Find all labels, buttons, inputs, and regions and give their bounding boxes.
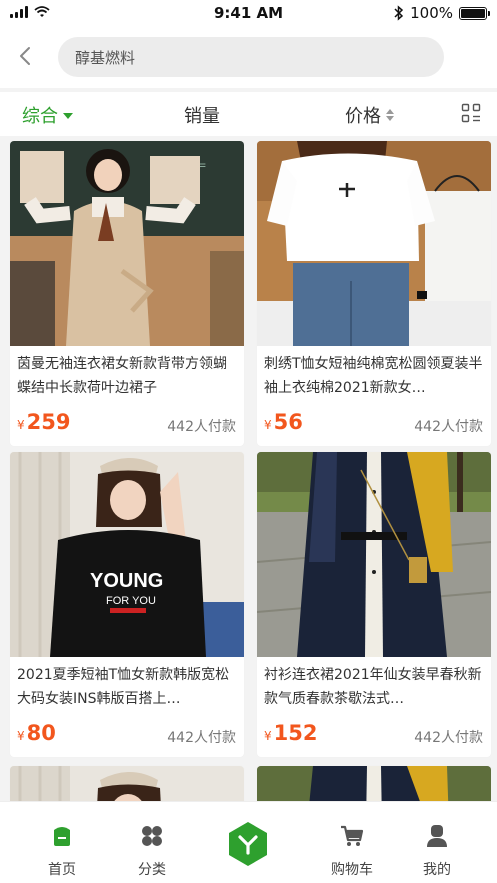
- tab-cart[interactable]: 购物车: [322, 824, 382, 879]
- sort-price[interactable]: 价格: [345, 102, 394, 128]
- sort-comprehensive[interactable]: 综合: [22, 102, 73, 128]
- home-icon: [54, 827, 70, 846]
- search-input[interactable]: 醇基燃料: [58, 37, 444, 77]
- price-value: 152: [273, 721, 318, 745]
- product-footer: ¥ 152 442人付款: [257, 711, 491, 757]
- sort-sales-label: 销量: [184, 106, 220, 127]
- svg-text:FOR YOU: FOR YOU: [106, 595, 156, 607]
- product-card-partial[interactable]: [257, 766, 491, 801]
- product-title: 衬衫连衣裙2021年仙女装早春秋新款气质春款茶歇法式…: [264, 667, 482, 707]
- product-title: 茵曼无袖连衣裙女新款背带方领蝴蝶结中长款荷叶边裙子: [17, 356, 227, 396]
- product-image: [10, 766, 244, 801]
- product-footer: ¥ 80 442人付款: [10, 711, 244, 757]
- center-action-icon[interactable]: [227, 821, 269, 867]
- battery-icon: [459, 6, 490, 20]
- price-value: 80: [26, 721, 56, 745]
- product-footer: ¥ 56 442人付款: [257, 400, 491, 446]
- status-bar: 9:41 AM 100%: [0, 0, 497, 26]
- product-footer: ¥ 259 442人付款: [10, 400, 244, 446]
- price-value: 56: [273, 410, 303, 434]
- sort-arrows-icon: [386, 109, 394, 121]
- tab-category-label: 分类: [138, 862, 166, 878]
- tab-cart-label: 购物车: [331, 862, 373, 878]
- product-price: ¥ 80: [17, 721, 56, 745]
- product-image: [257, 141, 491, 346]
- battery-percent: 100%: [410, 4, 453, 22]
- product-price: ¥ 259: [17, 410, 70, 434]
- product-card[interactable]: 刺绣T恤女短袖纯棉宽松圆领夏装半袖上衣纯棉2021新款女… ¥ 56 442人付…: [257, 141, 491, 446]
- product-image: YOUNG FOR YOU: [10, 452, 244, 657]
- product-sold-count: 442人付款: [414, 419, 483, 435]
- currency-symbol: ¥: [264, 418, 272, 432]
- product-title: 刺绣T恤女短袖纯棉宽松圆领夏装半袖上衣纯棉2021新款女…: [264, 356, 483, 396]
- sort-sales[interactable]: 销量: [184, 102, 220, 128]
- sort-bar: 综合 销量 价格: [0, 92, 497, 136]
- sort-comprehensive-label: 综合: [22, 106, 58, 127]
- currency-symbol: ¥: [17, 418, 25, 432]
- product-sold-count: 442人付款: [167, 730, 236, 746]
- price-value: 259: [26, 410, 71, 434]
- tab-home-label: 首页: [48, 862, 76, 878]
- bottom-tab-bar: 首页 分类 购物车 我的: [0, 801, 497, 883]
- cart-icon: [341, 825, 364, 846]
- currency-symbol: ¥: [17, 729, 25, 743]
- grid-layout-icon[interactable]: [461, 103, 481, 123]
- product-sold-count: 442人付款: [414, 730, 483, 746]
- back-button[interactable]: [12, 42, 38, 70]
- sort-price-label: 价格: [345, 106, 381, 127]
- svg-text:YOUNG: YOUNG: [90, 570, 163, 592]
- tab-home[interactable]: 首页: [32, 824, 92, 879]
- tab-category[interactable]: 分类: [122, 824, 182, 879]
- product-sold-count: 442人付款: [167, 419, 236, 435]
- search-header: 醇基燃料: [0, 26, 497, 88]
- tab-profile-label: 我的: [423, 862, 451, 878]
- product-card[interactable]: 衬衫连衣裙2021年仙女装早春秋新款气质春款茶歇法式… ¥ 152 442人付款: [257, 452, 491, 757]
- product-image: [257, 452, 491, 657]
- product-card-partial[interactable]: [10, 766, 244, 801]
- product-price: ¥ 152: [264, 721, 317, 745]
- product-card[interactable]: ∫ c= f(x) 茵曼无袖连衣裙女新款背带方领蝴蝶结中长款荷叶边裙子 ¥ 25…: [10, 141, 244, 446]
- product-image: ∫ c= f(x): [10, 141, 244, 346]
- product-title: 2021夏季短袖T恤女新款韩版宽松大码女装INS韩版百搭上…: [17, 667, 230, 707]
- product-card[interactable]: YOUNG FOR YOU 2021夏季短袖T恤女新款韩版宽松大码女装INS韩版…: [10, 452, 244, 757]
- profile-icon: [427, 825, 447, 847]
- product-image: [257, 766, 491, 801]
- category-icon: [142, 826, 162, 846]
- bluetooth-icon: [394, 5, 404, 21]
- product-grid: ∫ c= f(x) 茵曼无袖连衣裙女新款背带方领蝴蝶结中长款荷叶边裙子 ¥ 25…: [0, 136, 497, 801]
- chevron-left-icon: [20, 47, 30, 65]
- status-right: 100%: [394, 4, 490, 22]
- battery-level: [461, 8, 485, 18]
- currency-symbol: ¥: [264, 729, 272, 743]
- product-price: ¥ 56: [264, 410, 303, 434]
- caret-down-icon: [63, 113, 73, 119]
- tab-profile[interactable]: 我的: [407, 824, 467, 879]
